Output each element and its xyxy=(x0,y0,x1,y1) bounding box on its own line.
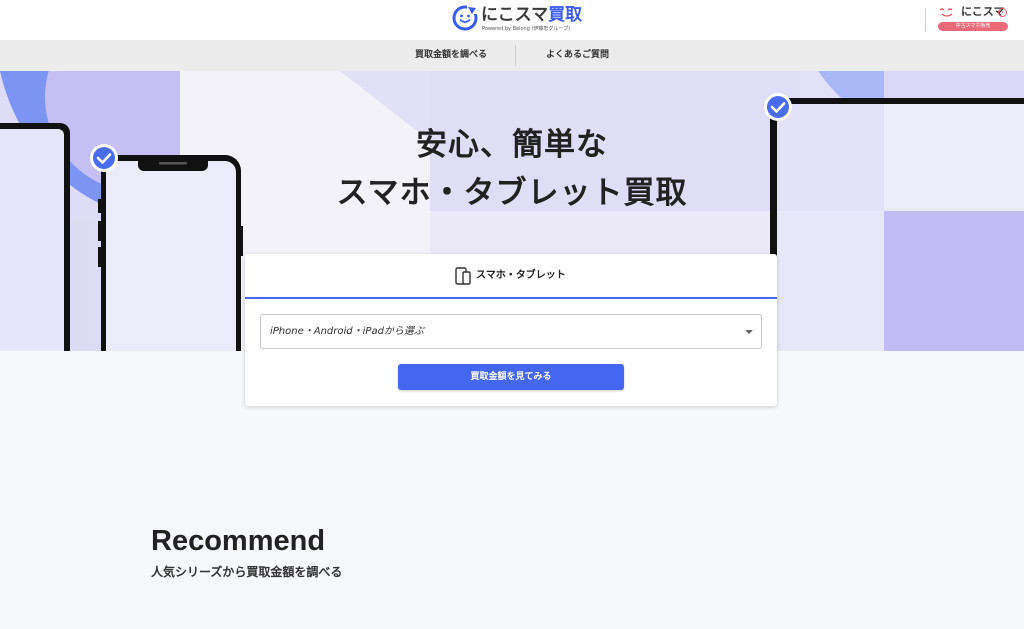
site-logo[interactable]: にこスマ買取 Powered by Belong (伊藤忠グループ) xyxy=(452,4,582,36)
logo-refresh-icon xyxy=(452,5,478,31)
smile-icon xyxy=(939,8,953,17)
device-select-value: iPhone・Android・iPadから選ぶ xyxy=(270,326,424,337)
recommend-heading: Recommend xyxy=(151,525,326,557)
tab-smartphone-tablet[interactable]: スマホ・タブレット xyxy=(245,254,777,299)
logo-tagline: Powered by Belong (伊藤忠グループ) xyxy=(482,26,571,32)
partner-badge: 中古スマホ販売 xyxy=(938,22,1008,31)
tab-label: スマホ・タブレット xyxy=(476,270,566,281)
logo-accent-text: 買取 xyxy=(548,5,583,25)
logo-main-text: にこスマ xyxy=(481,5,549,25)
hero-title-line-2: スマホ・タブレット買取 xyxy=(336,175,688,211)
device-select[interactable]: iPhone・Android・iPadから選ぶ xyxy=(260,314,762,349)
partner-site-link[interactable]: にこスマ › 中古スマホ販売 xyxy=(936,4,1010,32)
caret-down-icon xyxy=(745,330,753,334)
check-badge-icon-tablet xyxy=(764,93,792,121)
hero-title-line-1: 安心、簡単な xyxy=(416,127,608,163)
sub-navigation: 買取金額を調べる よくあるご質問 xyxy=(0,40,1024,71)
nav-divider xyxy=(515,45,516,66)
recommend-subheading: 人気シリーズから買取金額を調べる xyxy=(151,565,343,579)
nav-faq[interactable]: よくあるご質問 xyxy=(546,40,609,71)
phone-tablet-icon xyxy=(455,267,471,285)
view-price-button[interactable]: 買取金額を見てみる xyxy=(398,364,624,390)
logo-wordmark: にこスマ買取 xyxy=(481,5,582,25)
header-divider xyxy=(925,8,926,32)
arrow-right-circle-icon: › xyxy=(998,8,1007,17)
nav-check-price[interactable]: 買取金額を調べる xyxy=(415,40,487,71)
price-search-card: スマホ・タブレット iPhone・Android・iPadから選ぶ 買取金額を見… xyxy=(245,254,777,406)
site-header: にこスマ買取 Powered by Belong (伊藤忠グループ) にこスマ … xyxy=(0,0,1024,40)
hero-title: 安心、簡単な スマホ・タブレット買取 xyxy=(0,121,1024,217)
